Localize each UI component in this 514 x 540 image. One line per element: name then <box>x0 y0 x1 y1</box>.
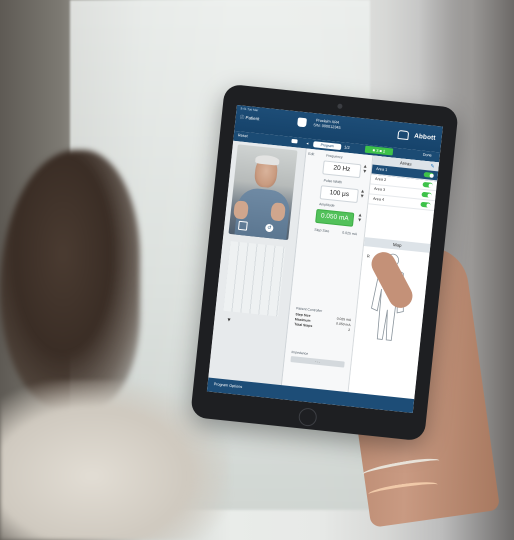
amplitude-value[interactable]: 0.050 mA <box>315 208 355 227</box>
area-toggle[interactable] <box>421 191 432 198</box>
video-camera-icon[interactable] <box>291 138 298 144</box>
reset-button[interactable]: Reset <box>238 133 248 138</box>
controller-row-value: 2 <box>347 327 351 333</box>
tablet-device: 9:41 Tue Mar ⓘ Patient Proclaim XR4 S/N:… <box>190 83 459 442</box>
frequency-stepper[interactable]: ▲ ▼ <box>360 163 369 175</box>
patient-link-label: Patient <box>245 114 260 122</box>
home-button <box>297 407 318 427</box>
frequency-value[interactable]: 20 Hz <box>322 160 362 179</box>
brand-logo: Abbott <box>413 132 436 142</box>
pulse-width-label: Pulse Width <box>323 178 343 185</box>
pulse-width-stepper[interactable]: ▲ ▼ <box>358 188 367 200</box>
areas-title: Areas <box>399 160 412 167</box>
area-label: Area 4 <box>372 196 385 202</box>
area-toggle[interactable] <box>420 201 431 208</box>
program-page-indicator[interactable]: 1/2 <box>344 144 350 150</box>
edit-label[interactable]: Edit <box>308 152 314 157</box>
area-toggle[interactable] <box>423 171 434 178</box>
person-hair <box>0 150 140 410</box>
patient-link[interactable]: ⓘ Patient <box>239 114 259 122</box>
step-size-value: 0.025 mA <box>342 230 358 237</box>
program-selector[interactable]: Program <box>313 140 342 150</box>
main-content: ↺ ▼ Edit Frequency 20 Hz ▲ ▼ Pulse Width … <box>208 140 440 400</box>
area-label: Area 1 <box>375 166 388 173</box>
patient-controller: Patient Controller Step Size 0.025 mA Max… <box>294 306 352 333</box>
chevron-down-icon[interactable]: ▼ <box>226 317 232 323</box>
controller-row-label: Total Steps <box>294 322 313 329</box>
status-bar-time: 9:41 Tue Mar <box>240 106 259 113</box>
tablet-screen: 9:41 Tue Mar ⓘ Patient Proclaim XR4 S/N:… <box>206 104 443 414</box>
amplitude-stepper[interactable]: ▲ ▼ <box>355 212 364 224</box>
area-label: Area 2 <box>374 176 387 182</box>
impedance-label: Impedance <box>291 350 309 356</box>
camera-icon <box>337 103 343 110</box>
amplitude-label: Amplitude <box>318 202 335 208</box>
expand-video-icon[interactable] <box>237 220 248 231</box>
frequency-label: Frequency <box>325 153 343 160</box>
previous-program-button[interactable]: ◂ <box>306 140 309 145</box>
step-size-label: Step Size <box>314 227 330 234</box>
device-info: Proclaim XR4 S/N: 000012345 <box>313 118 341 131</box>
video-call-feed: ↺ <box>228 144 298 241</box>
program-options-button[interactable]: Program Options <box>213 382 242 389</box>
battery-status-badge: ■ 3 ■ 2 <box>364 145 394 156</box>
map-side-label: R <box>366 253 371 259</box>
abbott-logo-icon <box>397 129 410 141</box>
pulse-width-value[interactable]: 100 µs <box>319 185 359 204</box>
done-button[interactable]: Done <box>423 153 432 158</box>
area-label: Area 3 <box>373 186 386 192</box>
impedance-value[interactable]: - - - <box>290 356 345 368</box>
device-icon <box>297 117 307 128</box>
area-toggle[interactable] <box>422 181 433 188</box>
electrode-slider-area[interactable] <box>223 241 286 317</box>
